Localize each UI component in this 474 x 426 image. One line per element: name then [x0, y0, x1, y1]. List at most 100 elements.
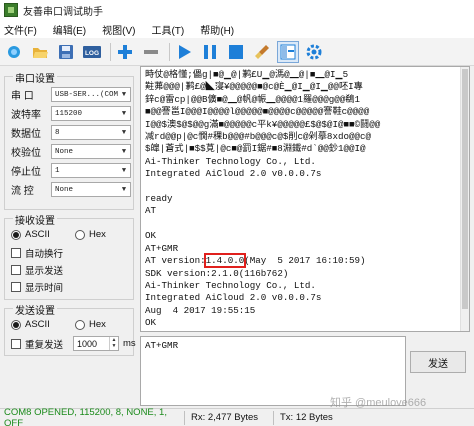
stop-icon — [229, 44, 243, 59]
menu-tools[interactable]: 工具(T) — [151, 22, 184, 37]
baud-select[interactable]: 115200 ▼ — [51, 106, 131, 121]
repeat-interval-input[interactable]: 1000 ▲ ▼ — [73, 336, 119, 351]
parity-row: 校验位 None ▼ — [11, 144, 131, 159]
output-line: 黈茀@@@|鹣£@◣寖¥@@@@@■@c@Ѐ▁@I▁@I▁@@呸I專 — [145, 81, 363, 93]
menu-view[interactable]: 视图(V) — [102, 22, 135, 37]
window-title: 友善串口调试助手 — [23, 6, 103, 18]
repeat-interval-value: 1000 — [77, 338, 98, 349]
receive-settings-title: 接收设置 — [13, 212, 57, 227]
status-rx: Rx: 2,477 Bytes — [191, 412, 259, 423]
output-line: $皥|蒼式|■$$莧|@c■@罰I鋸#■8淵鐵#d`@@鈔1@@I@ — [145, 143, 366, 155]
pause-button[interactable] — [199, 41, 221, 63]
output-line: Ai-Thinker Technology Co., Ltd. — [145, 279, 316, 291]
menu-help[interactable]: 帮助(H) — [200, 22, 234, 37]
output-line: AT+GMR — [145, 242, 179, 254]
layout-button[interactable] — [277, 40, 299, 63]
send-input-text: AT+GMR — [145, 340, 179, 351]
chevron-down-icon: ▼ — [118, 88, 130, 101]
status-port: COM8 OPENED, 115200, 8, NONE, 1, OFF — [4, 406, 167, 426]
chevron-down-icon: ▼ — [118, 107, 130, 120]
settings-gear-icon — [306, 44, 322, 59]
spin-arrows-icon[interactable]: ▲ ▼ — [109, 337, 118, 350]
output-line: Ai-Thinker Technology Co., Ltd. — [145, 155, 316, 167]
chevron-down-icon: ▼ — [118, 164, 130, 177]
flow-row: 流 控 None ▼ — [11, 182, 131, 197]
receive-ascii-radio[interactable] — [11, 229, 21, 240]
send-button[interactable]: 发送 — [410, 351, 466, 373]
log-icon-label: LOG — [85, 50, 99, 57]
add-icon — [118, 44, 132, 59]
show-send-label: 显示发送 — [25, 266, 64, 277]
save-button[interactable] — [55, 41, 77, 63]
auto-newline-label: 自动换行 — [25, 249, 64, 260]
output-line: OK — [145, 317, 157, 329]
add-button[interactable] — [114, 41, 136, 63]
remove-button[interactable] — [140, 41, 162, 63]
chevron-down-icon: ▼ — [118, 145, 130, 158]
send-settings-title: 发送设置 — [13, 302, 57, 317]
output-line: ■@@謇邕I@@@I@@@@l@@@@@■@@@@c@@@@@謇鞋c@@@@ — [145, 106, 370, 118]
menu-bar: 文件(F) 编辑(E) 视图(V) 工具(T) 帮助(H) — [0, 20, 474, 38]
version-number-highlight: 1.4.0.0 — [203, 253, 247, 269]
flow-select[interactable]: None ▼ — [51, 182, 131, 197]
output-line: AT — [145, 205, 157, 217]
open-button[interactable] — [29, 41, 51, 63]
play-icon — [179, 44, 191, 59]
stopbits-row: 停止位 1 ▼ — [11, 163, 131, 178]
show-time-checkbox[interactable] — [11, 282, 21, 292]
auto-newline-row: 自动换行 — [11, 246, 63, 260]
output-scrollbar-thumb[interactable] — [462, 69, 468, 309]
receive-settings-group: 接收设置 ASCII Hex 自动换行 显示发送 显示时间 — [4, 212, 134, 300]
show-time-row: 显示时间 — [11, 280, 63, 294]
stopbits-select[interactable]: 1 ▼ — [51, 163, 131, 178]
receive-output-text: 畤仗@格懂;儡g|■@▁@|鹣£U▁@溤@▁@|■▁@I▁5 黈茀@@@|鹣£@… — [145, 69, 459, 330]
title-bar: 友善串口调试助手 — [0, 0, 474, 20]
parity-select[interactable]: None ▼ — [51, 144, 131, 159]
port-select[interactable]: USB-SER...(COM8 ▼ — [51, 87, 131, 102]
receive-hex-radio[interactable] — [75, 229, 85, 240]
play-button[interactable] — [173, 41, 195, 63]
menu-edit[interactable]: 编辑(E) — [53, 22, 86, 37]
output-line: 减rd@@p|@c憪#稞b@@@#b@@@c@$削c@剁摹8xdo@@c@ — [145, 131, 372, 143]
databits-label: 数据位 — [11, 129, 41, 140]
send-hex-radio[interactable] — [75, 319, 85, 330]
baud-value: 115200 — [55, 109, 83, 118]
auto-newline-checkbox[interactable] — [11, 248, 21, 258]
databits-select[interactable]: 8 ▼ — [51, 125, 131, 140]
output-line: 畤仗@格懂;儡g|■@▁@|鹣£U▁@溤@▁@|■▁@I▁5 — [145, 69, 349, 80]
clear-button[interactable] — [251, 41, 273, 63]
flow-value: None — [55, 185, 74, 194]
stopbits-label: 停止位 — [11, 167, 41, 178]
output-line: (May 5 2017 16:10:59) — [244, 255, 366, 267]
send-hex-label: Hex — [89, 319, 106, 330]
repeat-send-label: 重复发送 — [25, 339, 64, 351]
settings-button[interactable] — [303, 41, 325, 63]
chevron-down-icon: ▼ — [118, 183, 130, 196]
send-ascii-radio[interactable] — [11, 319, 21, 330]
show-send-checkbox[interactable] — [11, 265, 21, 275]
new-button[interactable] — [3, 41, 25, 63]
parity-label: 校验位 — [11, 148, 41, 159]
output-line: Aug 4 2017 19:55:15 — [145, 304, 256, 316]
log-button[interactable]: LOG — [81, 41, 103, 63]
toolbar-separator — [169, 42, 170, 61]
clear-brush-icon — [255, 44, 269, 59]
output-line: I@@$澳$@$@@g滿■@@@@@c平k¥@@@@@£$@$@I@■■©鬪@@ — [145, 118, 381, 130]
repeat-send-checkbox[interactable] — [11, 338, 21, 349]
show-time-label: 显示时间 — [25, 283, 64, 294]
port-label: 串 口 — [11, 91, 34, 102]
status-bar: COM8 OPENED, 115200, 8, NONE, 1, OFF Rx:… — [0, 406, 474, 426]
toolbar-separator — [110, 42, 111, 61]
new-icon — [8, 45, 20, 58]
receive-output-area[interactable]: 畤仗@格懂;儡g|■@▁@|鹣£U▁@溤@▁@|■▁@I▁5 黈茀@@@|鹣£@… — [140, 66, 470, 332]
send-mode-row: ASCII Hex — [11, 319, 106, 330]
databits-value: 8 — [55, 128, 60, 137]
port-value: USB-SER...(COM8 — [55, 90, 123, 99]
menu-file[interactable]: 文件(F) — [4, 22, 37, 37]
flow-label: 流 控 — [11, 186, 34, 197]
stop-button[interactable] — [225, 41, 247, 63]
watermark: 知乎 @meulove666 — [330, 397, 427, 409]
receive-hex-label: Hex — [89, 229, 106, 240]
output-scrollbar[interactable] — [460, 67, 469, 331]
output-line: OK — [145, 230, 157, 242]
